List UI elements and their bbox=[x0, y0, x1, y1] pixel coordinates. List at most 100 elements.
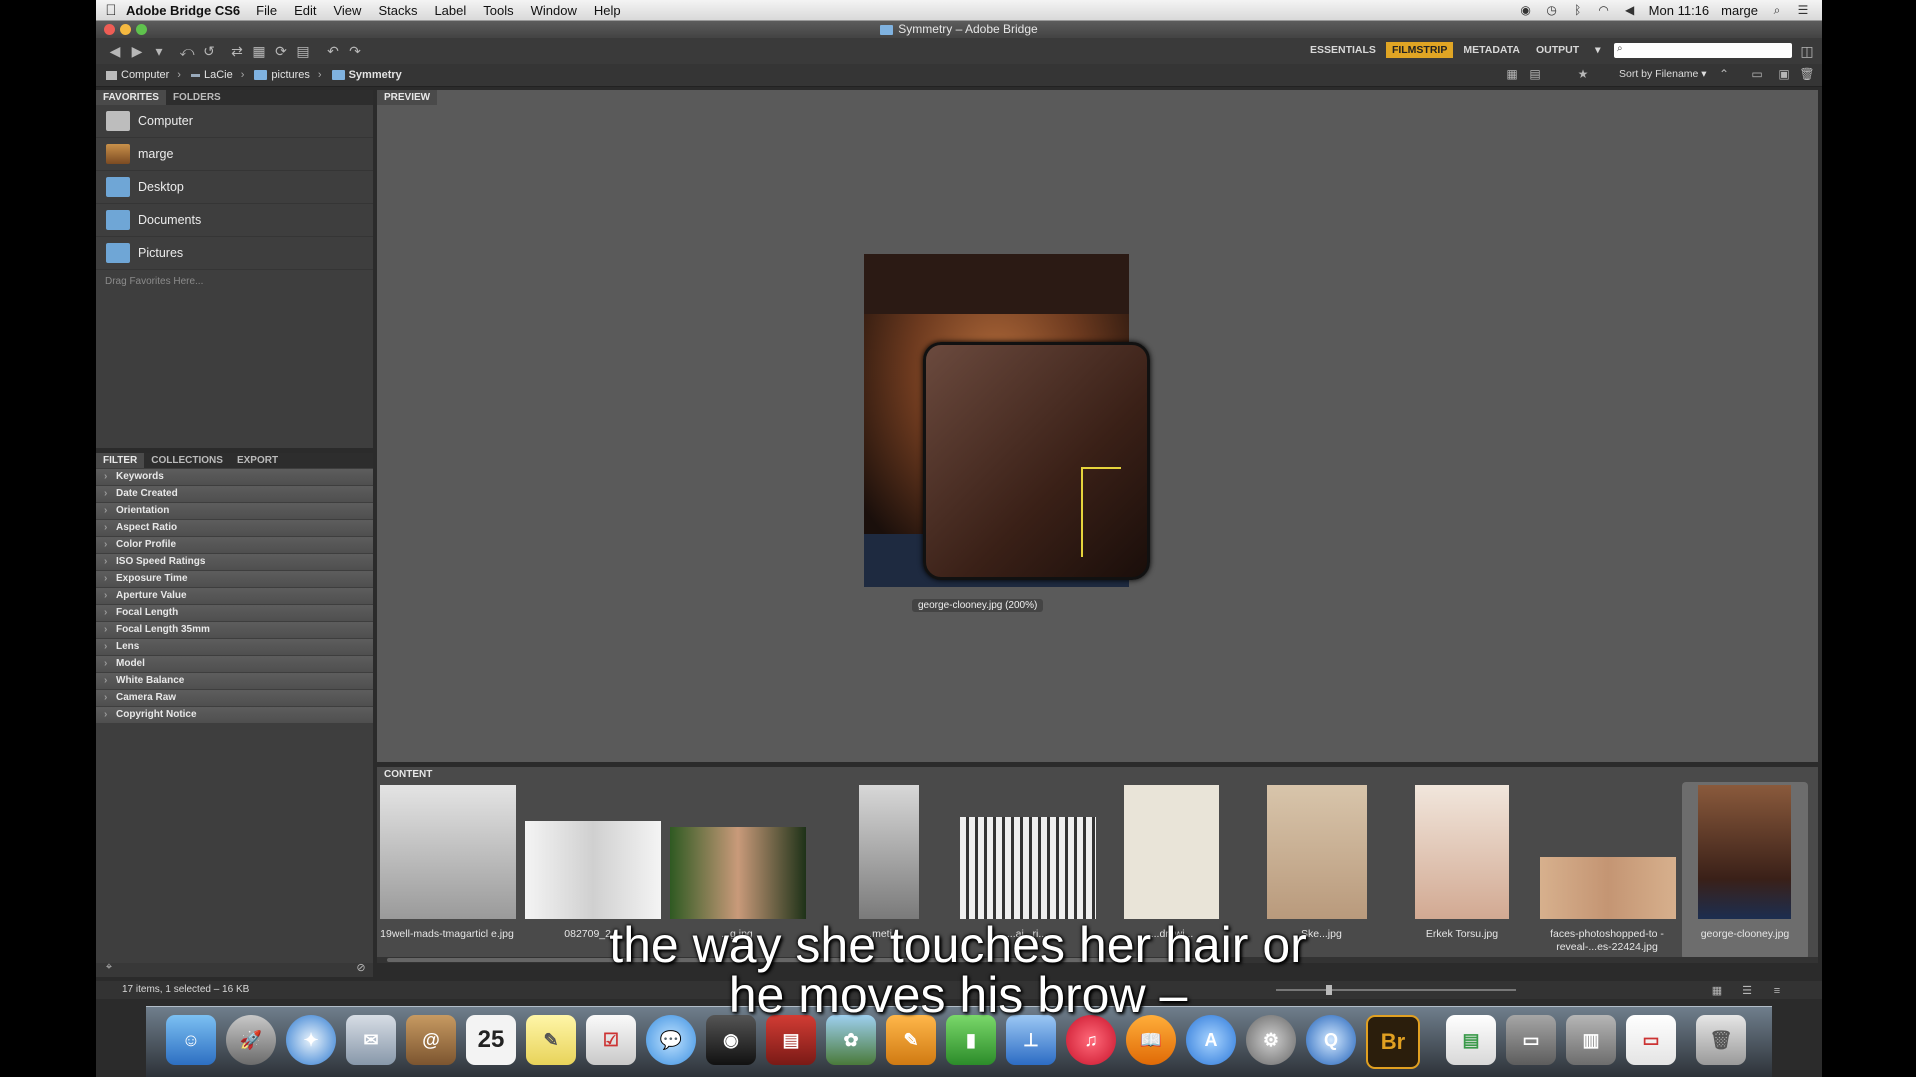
filter-exposure-time[interactable]: Exposure Time bbox=[96, 571, 373, 587]
filter-orientation[interactable]: Orientation bbox=[96, 503, 373, 519]
tab-filter[interactable]: FILTER bbox=[96, 453, 145, 468]
messages-icon[interactable]: 💬 bbox=[646, 1015, 696, 1065]
spotlight-icon[interactable]: ⌕ bbox=[1770, 3, 1784, 17]
workspace-output[interactable]: OUTPUT bbox=[1530, 42, 1585, 58]
bluetooth-icon[interactable]: ᛒ bbox=[1571, 3, 1585, 17]
camera-import-icon[interactable]: ⇄ bbox=[226, 43, 248, 60]
launchpad-icon[interactable]: 🚀 bbox=[226, 1015, 276, 1065]
favorite-item-documents[interactable]: Documents bbox=[96, 204, 373, 237]
loupe-magnifier[interactable] bbox=[923, 342, 1150, 580]
go-parent-icon[interactable]: ⤺ bbox=[176, 43, 198, 60]
wifi-icon[interactable]: ◠ bbox=[1597, 3, 1611, 17]
clock[interactable]: Mon 11:16 bbox=[1649, 3, 1709, 18]
quicktime-icon[interactable]: Q bbox=[1306, 1015, 1356, 1065]
new-folder-icon[interactable]: ▣ bbox=[1773, 67, 1795, 81]
menu-edit[interactable]: Edit bbox=[294, 3, 316, 18]
minimize-window-button[interactable] bbox=[120, 24, 131, 35]
preview-document-icon[interactable]: ▭ bbox=[1626, 1015, 1676, 1065]
document-icon[interactable]: ▤ bbox=[1446, 1015, 1496, 1065]
workspace-filmstrip[interactable]: FILMSTRIP bbox=[1385, 42, 1454, 58]
user-menu[interactable]: marge bbox=[1721, 3, 1758, 18]
favorite-item-pictures[interactable]: Pictures bbox=[96, 237, 373, 270]
app-store-icon[interactable]: A bbox=[1186, 1015, 1236, 1065]
filter-aperture-value[interactable]: Aperture Value bbox=[96, 588, 373, 604]
rotate-right-icon[interactable]: ↷ bbox=[344, 43, 366, 60]
filter-copyright-notice[interactable]: Copyright Notice bbox=[96, 707, 373, 723]
reminders-icon[interactable]: ☑ bbox=[586, 1015, 636, 1065]
tab-folders[interactable]: FOLDERS bbox=[166, 90, 228, 105]
filter-date-created[interactable]: Date Created bbox=[96, 486, 373, 502]
delete-icon[interactable]: 🗑 bbox=[1796, 67, 1818, 81]
filter-items-icon[interactable]: ▤ bbox=[1524, 67, 1546, 81]
tab-favorites[interactable]: FAVORITES bbox=[96, 90, 166, 105]
trash-icon[interactable]: 🗑 bbox=[1696, 1015, 1746, 1065]
app-menu[interactable]: Adobe Bridge CS6 bbox=[126, 3, 240, 18]
apple-menu-icon[interactable]:  bbox=[96, 2, 126, 19]
menu-label[interactable]: Label bbox=[434, 3, 466, 18]
filter-model[interactable]: Model bbox=[96, 656, 373, 672]
output-icon[interactable]: ▤ bbox=[292, 43, 314, 60]
close-window-button[interactable] bbox=[104, 24, 115, 35]
favorites-panel: FAVORITES FOLDERS Computer marge Desktop… bbox=[96, 90, 373, 448]
refine-icon[interactable]: ▦ bbox=[248, 43, 270, 60]
zoom-window-button[interactable] bbox=[136, 24, 147, 35]
safari-icon[interactable]: ✦ bbox=[286, 1015, 336, 1065]
filter-camera-raw[interactable]: Camera Raw bbox=[96, 690, 373, 706]
filter-keywords[interactable]: Keywords bbox=[96, 469, 373, 485]
calendar-icon[interactable]: 25 bbox=[466, 1015, 516, 1065]
quality-options-icon[interactable]: ▦ bbox=[1501, 67, 1523, 81]
system-preferences-icon[interactable]: ⚙ bbox=[1246, 1015, 1296, 1065]
window-title: Symmetry – Adobe Bridge bbox=[898, 22, 1038, 36]
open-in-camera-raw-icon[interactable]: ⟳ bbox=[270, 43, 292, 60]
finder-icon[interactable]: ☺ bbox=[166, 1015, 216, 1065]
favorite-item-computer[interactable]: Computer bbox=[96, 105, 373, 138]
tab-preview[interactable]: PREVIEW bbox=[377, 90, 438, 105]
notes-icon[interactable]: ✎ bbox=[526, 1015, 576, 1065]
filter-aspect-ratio[interactable]: Aspect Ratio bbox=[96, 520, 373, 536]
documents-stack-icon[interactable]: ▥ bbox=[1566, 1015, 1616, 1065]
bridge-icon[interactable]: Br bbox=[1366, 1015, 1420, 1069]
compact-mode-icon[interactable]: ◫ bbox=[1796, 43, 1818, 60]
menu-view[interactable]: View bbox=[333, 3, 361, 18]
workspace-essentials[interactable]: ESSENTIALS bbox=[1304, 42, 1382, 58]
filter-color-profile[interactable]: Color Profile bbox=[96, 537, 373, 553]
contacts-icon[interactable]: @ bbox=[406, 1015, 456, 1065]
workspace-menu-chevron-icon[interactable]: ▾ bbox=[1589, 42, 1606, 58]
breadcrumb-symmetry[interactable]: Symmetry bbox=[331, 69, 402, 81]
downloads-icon[interactable]: ▭ bbox=[1506, 1015, 1556, 1065]
tab-collections[interactable]: COLLECTIONS bbox=[144, 453, 230, 468]
filter-focal-length[interactable]: Focal Length bbox=[96, 605, 373, 621]
menu-stacks[interactable]: Stacks bbox=[378, 3, 417, 18]
favorite-item-desktop[interactable]: Desktop bbox=[96, 171, 373, 204]
breadcrumb-pictures[interactable]: pictures bbox=[254, 69, 310, 81]
workspace-metadata[interactable]: METADATA bbox=[1457, 42, 1526, 58]
rating-filter-icon[interactable]: ★ bbox=[1572, 67, 1594, 81]
tab-export[interactable]: EXPORT bbox=[230, 453, 285, 468]
tab-content[interactable]: CONTENT bbox=[377, 767, 440, 782]
search-input[interactable]: ⌕ bbox=[1614, 43, 1792, 58]
menu-file[interactable]: File bbox=[256, 3, 277, 18]
forward-icon[interactable]: ▶ bbox=[126, 43, 148, 60]
filter-focal-length-35mm[interactable]: Focal Length 35mm bbox=[96, 622, 373, 638]
rotate-left-icon[interactable]: ↶ bbox=[322, 43, 344, 60]
time-machine-icon[interactable]: ◷ bbox=[1545, 3, 1559, 17]
notification-center-icon[interactable]: ☰ bbox=[1796, 3, 1810, 17]
reveal-recent-icon[interactable]: ↺ bbox=[198, 43, 220, 60]
back-icon[interactable]: ◀ bbox=[104, 43, 126, 60]
menu-tools[interactable]: Tools bbox=[483, 3, 513, 18]
breadcrumb-computer[interactable]: Computer bbox=[106, 69, 169, 81]
volume-icon[interactable]: ◀ bbox=[1623, 3, 1637, 17]
favorite-item-marge[interactable]: marge bbox=[96, 138, 373, 171]
filter-lens[interactable]: Lens bbox=[96, 639, 373, 655]
breadcrumb-lacie[interactable]: LaCie bbox=[190, 69, 233, 81]
sort-menu[interactable]: Sort by Filename ▾ bbox=[1619, 68, 1707, 80]
mail-icon[interactable]: ✉ bbox=[346, 1015, 396, 1065]
menu-window[interactable]: Window bbox=[531, 3, 577, 18]
sort-ascending-icon[interactable]: ⌃ bbox=[1713, 67, 1735, 81]
filter-white-balance[interactable]: White Balance bbox=[96, 673, 373, 689]
menu-help[interactable]: Help bbox=[594, 3, 621, 18]
history-dropdown-icon[interactable]: ▾ bbox=[148, 43, 170, 60]
filter-iso-speed[interactable]: ISO Speed Ratings bbox=[96, 554, 373, 570]
open-recent-icon[interactable]: ▭ bbox=[1746, 67, 1768, 81]
record-icon[interactable]: ◉ bbox=[1519, 3, 1533, 17]
